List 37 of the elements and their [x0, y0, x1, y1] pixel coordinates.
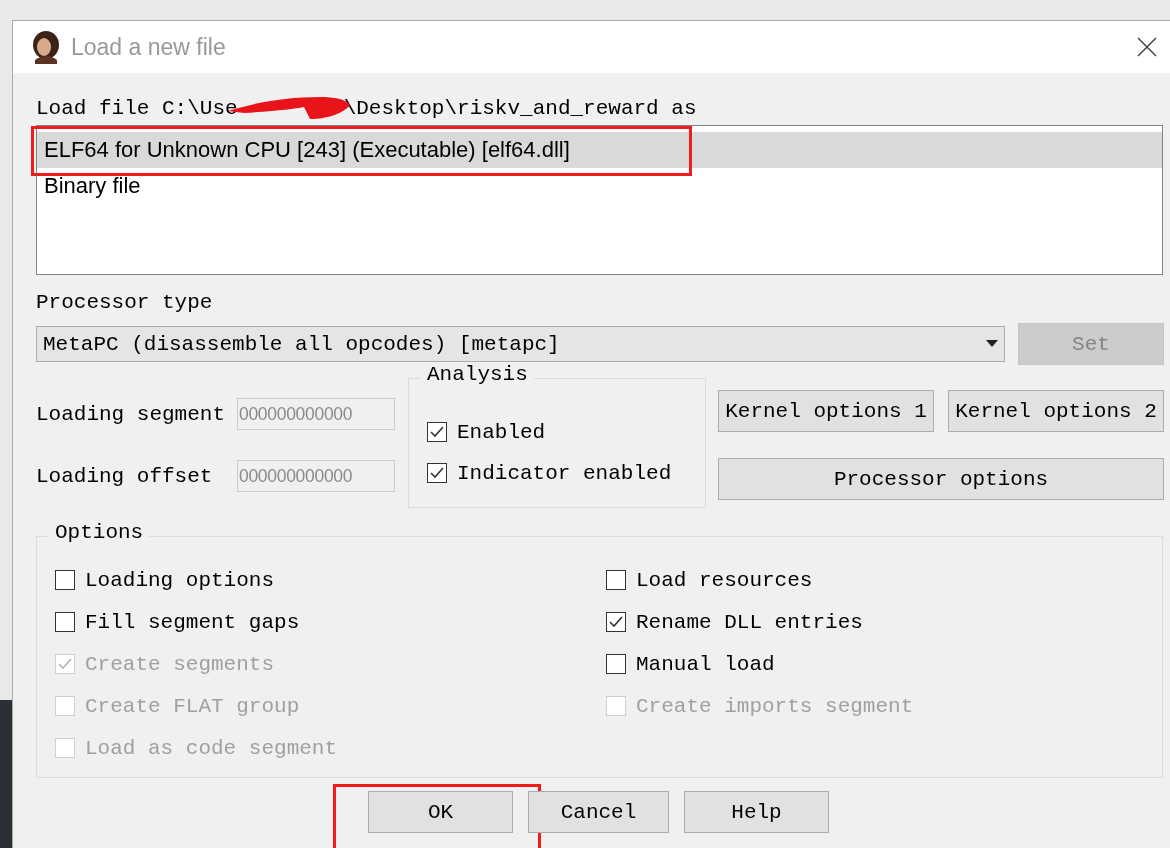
checkbox[interactable]: [55, 612, 75, 632]
dialog-button[interactable]: OK: [368, 791, 513, 833]
checkbox-label: Load as code segment: [85, 736, 338, 760]
file-path-label: \Desktop\riskv_and_reward as: [343, 96, 697, 120]
field-label: Loading segment: [36, 402, 227, 426]
window-title: Load a new file: [71, 33, 227, 61]
checkbox-label: Fill segment gaps: [85, 610, 300, 634]
checkbox[interactable]: [427, 463, 447, 483]
group-title: Options: [49, 521, 150, 544]
checkbox-label: Manual load: [636, 652, 775, 676]
field-label: Loading offset: [36, 464, 214, 488]
checkbox-label: Load resources: [636, 568, 813, 592]
processor-type-label: Processor type: [36, 290, 213, 314]
checkbox-label: Create imports segment: [636, 694, 914, 718]
checkbox[interactable]: [606, 654, 626, 674]
checkbox-label: Enabled: [457, 420, 546, 444]
kernel-options-button[interactable]: Kernel options 2: [948, 390, 1164, 432]
checkbox[interactable]: [427, 422, 447, 442]
file-path-label: Load file C:\Use: [36, 96, 238, 120]
processor-dropdown[interactable]: MetaPC (disassemble all opcodes) [metapc]: [36, 326, 1005, 362]
loader-item[interactable]: ELF64 for Unknown CPU [243] (Executable) [elf64.dll]: [37, 132, 1162, 168]
loader-item[interactable]: Binary file: [37, 168, 1162, 204]
dialog-button[interactable]: Help: [684, 791, 829, 833]
checkbox-label: Indicator enabled: [457, 461, 672, 485]
checkbox-label: Rename DLL entries: [636, 610, 863, 634]
kernel-options-button[interactable]: Kernel options 1: [718, 390, 934, 432]
caret-icon: [986, 340, 998, 348]
group-title: Analysis: [421, 363, 534, 386]
checkbox-label: Create FLAT group: [85, 694, 300, 718]
checkbox-label: Loading options: [85, 568, 275, 592]
processor-options-button[interactable]: Processor options: [718, 458, 1164, 500]
close-icon[interactable]: [1136, 36, 1158, 58]
checkbox[interactable]: [606, 570, 626, 590]
checkbox-label: Create segments: [85, 652, 275, 676]
checkbox[interactable]: [55, 570, 75, 590]
checkbox[interactable]: [606, 612, 626, 632]
dialog-button[interactable]: Cancel: [528, 791, 669, 833]
